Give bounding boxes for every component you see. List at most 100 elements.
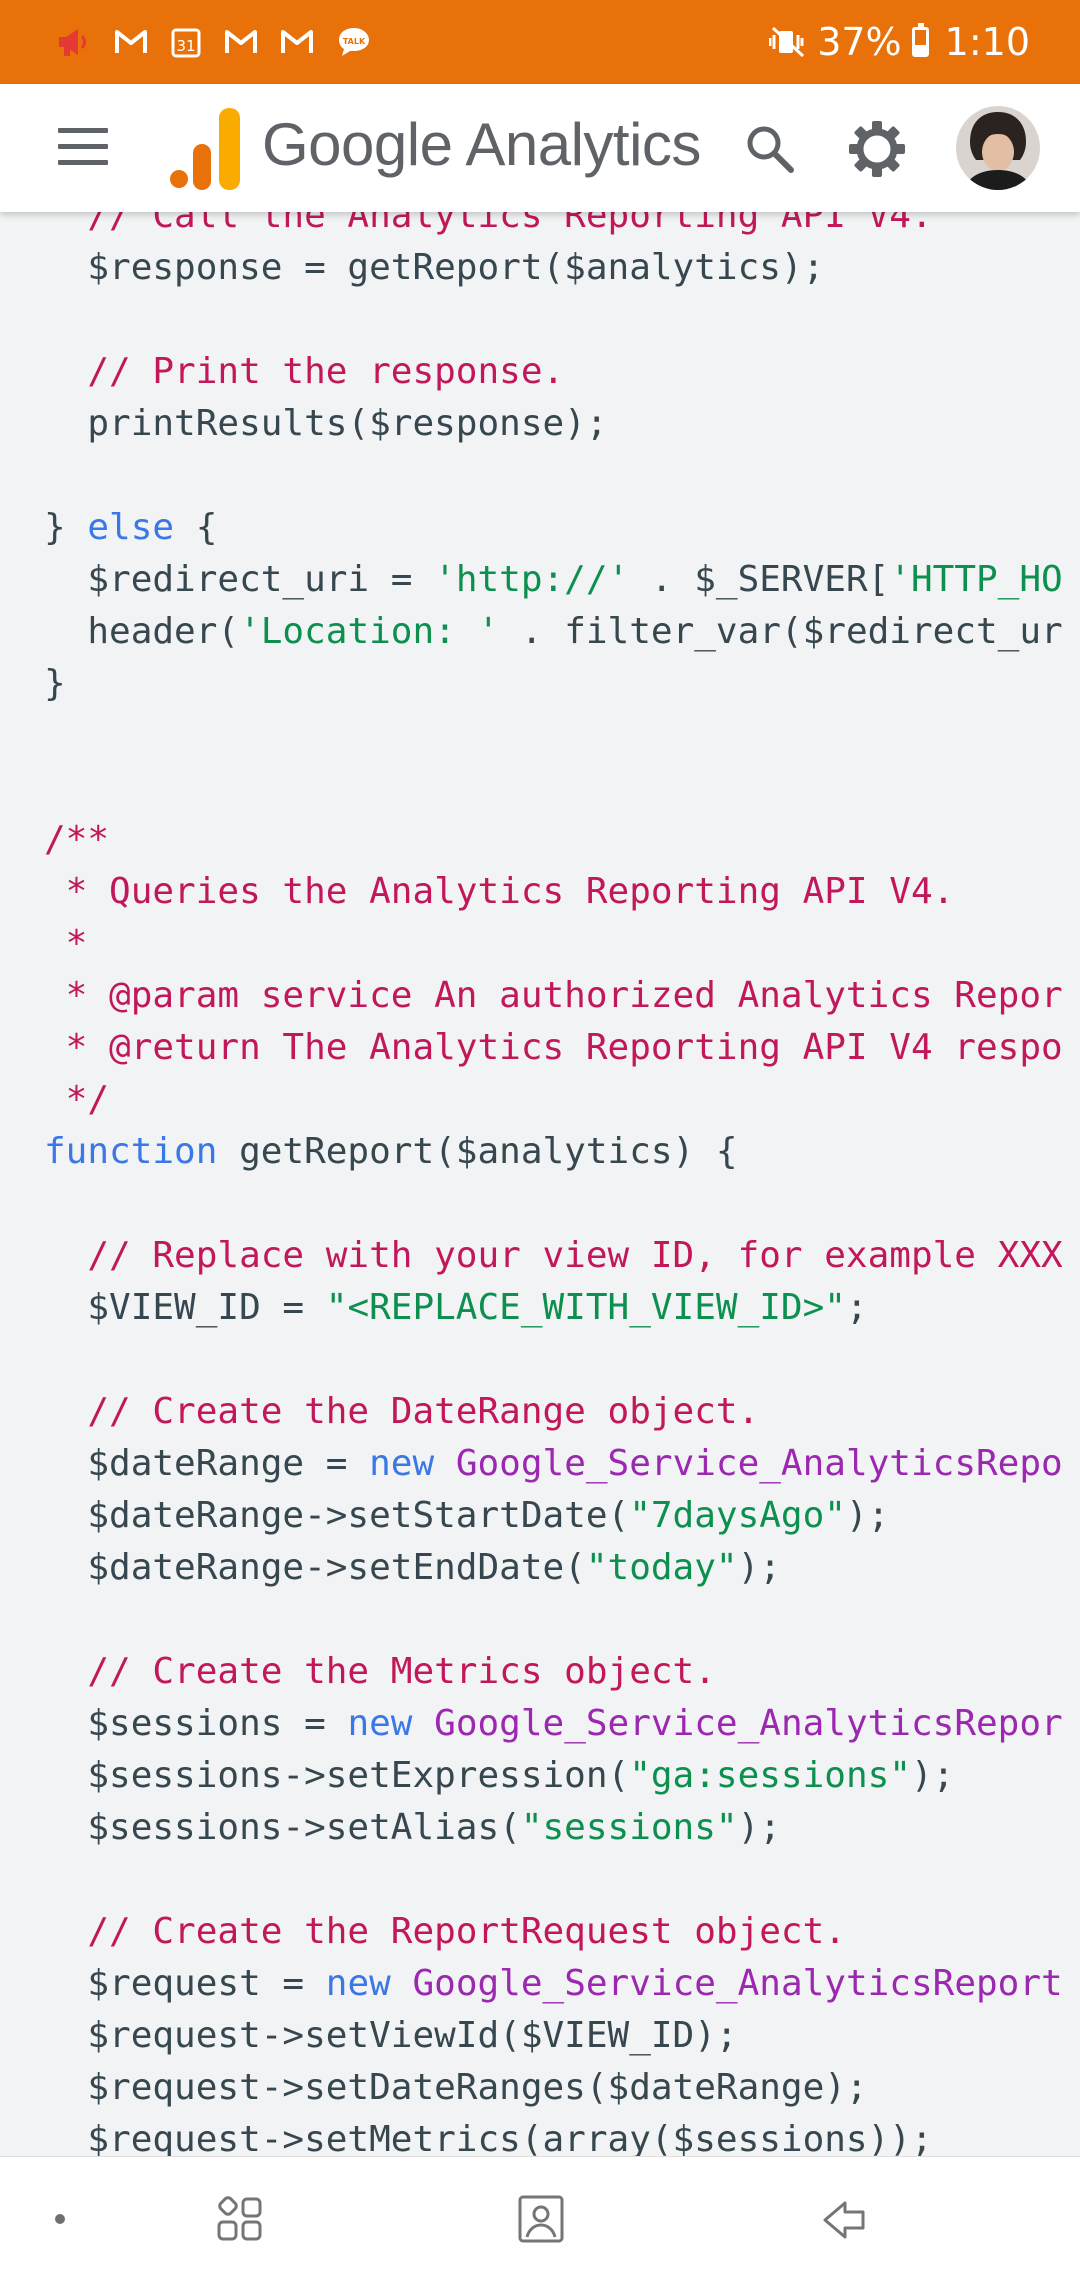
code-token: 'Location: '	[239, 611, 500, 652]
hamburger-menu-icon[interactable]	[58, 128, 108, 168]
notification-icons: 31 TALK	[56, 25, 372, 59]
code-token: $request->setDateRanges($dateRange);	[44, 2067, 868, 2108]
code-line: // Create the Metrics object.	[44, 1646, 716, 1698]
code-token: $sessions =	[44, 1703, 348, 1744]
code-line: // Create the DateRange object.	[44, 1386, 759, 1438]
code-token: Google_Service_AnalyticsRepor	[434, 1703, 1063, 1744]
code-token: $dateRange->setStartDate(	[44, 1495, 630, 1536]
battery-icon	[911, 23, 929, 57]
code-line: // Replace with your view ID, for exampl…	[44, 1230, 1063, 1282]
gmail-icon	[224, 29, 258, 55]
code-token: "sessions"	[520, 1807, 738, 1848]
code-line: $redirect_uri = 'http://' . $_SERVER['HT…	[44, 554, 1063, 606]
code-line: $request->setMetrics(array($sessions));	[44, 2114, 932, 2156]
code-token: $dateRange =	[44, 1443, 370, 1484]
code-line: // Call the Analytics Reporting API V4.	[44, 212, 933, 242]
code-token: "<REPLACE_WITH_VIEW_ID>"	[325, 1287, 846, 1328]
code-token: $request->setViewId($VIEW_ID);	[44, 2015, 738, 2056]
code-token: *	[44, 923, 88, 964]
code-line: $sessions->setAlias("sessions");	[44, 1802, 781, 1854]
code-token: new	[347, 1703, 413, 1744]
clock: 1:10	[944, 20, 1030, 64]
code-token: );	[737, 1807, 781, 1848]
status-right: 37% 1:10	[769, 20, 1030, 64]
code-line: * @return The Analytics Reporting API V4…	[44, 1022, 1063, 1074]
code-line: $VIEW_ID = "<REPLACE_WITH_VIEW_ID>";	[44, 1282, 867, 1334]
code-token: /**	[44, 819, 110, 860]
code-token: header(	[44, 611, 240, 652]
code-line: /**	[44, 814, 109, 866]
gmail-icon	[114, 29, 148, 55]
code-line: $sessions->setExpression("ga:sessions");	[44, 1750, 954, 1802]
code-token: $request =	[44, 1963, 326, 2004]
home-icon[interactable]	[516, 2193, 566, 2245]
code-line: function getReport($analytics) {	[44, 1126, 738, 1178]
code-token: Google_Service_AnalyticsRepo	[455, 1443, 1063, 1484]
brand-product: Analytics	[465, 111, 701, 178]
app-title: Google Analytics	[262, 110, 701, 179]
code-token: );	[910, 1755, 955, 1796]
vibrate-mute-icon	[769, 25, 807, 59]
code-token: "7daysAgo"	[629, 1495, 846, 1536]
settings-gear-icon[interactable]	[842, 114, 912, 184]
code-token: "ga:sessions"	[629, 1755, 911, 1796]
code-token: . filter_var($redirect_ur	[499, 611, 1063, 652]
code-line: } else {	[44, 502, 217, 554]
recent-apps-icon[interactable]	[215, 2195, 265, 2245]
code-token: $sessions->setExpression(	[44, 1755, 630, 1796]
search-icon[interactable]	[735, 114, 805, 184]
code-token: * Queries the Analytics Reporting API V4…	[44, 871, 955, 912]
code-token: * @param service An authorized Analytics…	[44, 975, 1063, 1016]
code-token: // Create the DateRange object.	[44, 1391, 760, 1432]
code-token: // Call the Analytics Reporting API V4.	[44, 212, 933, 236]
code-line: printResults($response);	[44, 398, 607, 450]
code-token: }	[44, 507, 88, 548]
code-token: 'http://'	[434, 559, 630, 600]
talk-icon: TALK	[336, 25, 372, 59]
code-line: $request->setViewId($VIEW_ID);	[44, 2010, 738, 2062]
code-token: 'HTTP_HO	[889, 559, 1063, 600]
code-line: * Queries the Analytics Reporting API V4…	[44, 866, 955, 918]
svg-text:31: 31	[176, 37, 195, 55]
code-token: * @return The Analytics Reporting API V4…	[44, 1027, 1063, 1068]
back-icon[interactable]	[820, 2195, 870, 2245]
calendar-icon: 31	[170, 26, 202, 58]
code-token: // Create the ReportRequest object.	[44, 1911, 846, 1952]
user-avatar[interactable]	[956, 106, 1040, 190]
code-token: . $_SERVER[	[629, 559, 890, 600]
battery-percentage: 37%	[817, 20, 902, 64]
code-token: // Replace with your view ID, for exampl…	[44, 1235, 1063, 1276]
code-line: $dateRange = new Google_Service_Analytic…	[44, 1438, 1063, 1490]
code-token: // Create the Metrics object.	[44, 1651, 716, 1692]
code-line: header('Location: ' . filter_var($redire…	[44, 606, 1063, 658]
code-token: $redirect_uri =	[44, 559, 435, 600]
code-line: $dateRange->setStartDate("7daysAgo");	[44, 1490, 889, 1542]
code-line: $request = new Google_Service_AnalyticsR…	[44, 1958, 1063, 2010]
code-token: new	[325, 1963, 391, 2004]
code-token: function	[44, 1131, 218, 1172]
svg-text:TALK: TALK	[343, 37, 366, 46]
code-token: $dateRange->setEndDate(	[44, 1547, 586, 1588]
code-token: }	[44, 663, 66, 704]
code-token: new	[369, 1443, 435, 1484]
app-header: Google Analytics	[0, 84, 1080, 212]
code-line: $request->setDateRanges($dateRange);	[44, 2062, 868, 2114]
analytics-logo-icon	[170, 108, 240, 195]
code-token: {	[174, 507, 218, 548]
system-navigation-bar	[0, 2156, 1080, 2281]
code-token: $sessions->setAlias(	[44, 1807, 521, 1848]
code-line: // Print the response.	[44, 346, 564, 398]
status-bar: 31 TALK 37% 1:10	[0, 0, 1080, 84]
code-token: );	[737, 1547, 781, 1588]
code-token: Google_Service_AnalyticsReport	[412, 1963, 1063, 2004]
code-line: $sessions = new Google_Service_Analytics…	[44, 1698, 1063, 1750]
code-token: $VIEW_ID =	[44, 1287, 326, 1328]
code-line: $dateRange->setEndDate("today");	[44, 1542, 781, 1594]
code-token: );	[845, 1495, 890, 1536]
code-line: * @param service An authorized Analytics…	[44, 970, 1063, 1022]
gmail-icon	[280, 29, 314, 55]
code-line: $response = getReport($analytics);	[44, 242, 824, 294]
